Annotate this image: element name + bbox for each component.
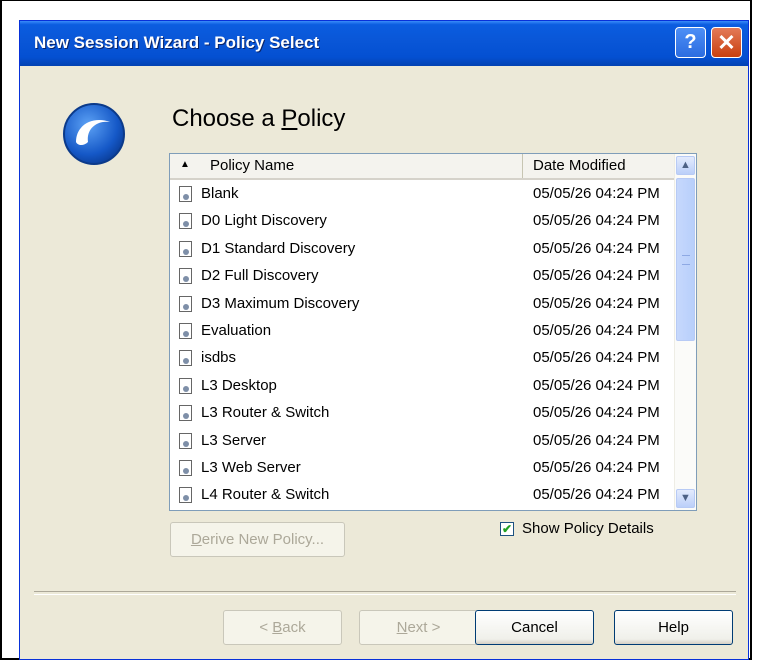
checkmark-icon: ✔ — [501, 522, 513, 536]
cancel-button[interactable]: Cancel — [475, 610, 594, 645]
show-policy-details-label: Show Policy Details — [522, 520, 654, 537]
sort-ascending-icon: ▲ — [180, 159, 190, 170]
date-modified: 05/05/26 04:24 PM — [533, 185, 660, 202]
date-modified: 05/05/26 04:24 PM — [533, 458, 660, 476]
list-item[interactable]: D2 Full Discovery 05/05/26 04:24 PM — [170, 263, 674, 290]
app-logo-icon — [63, 103, 125, 165]
chevron-up-icon: ▲ — [680, 159, 691, 171]
policy-name: L3 Desktop — [201, 376, 277, 394]
date-modified: 05/05/26 04:24 PM — [533, 321, 660, 339]
policy-file-icon — [179, 459, 192, 476]
help-title-button[interactable]: ? — [675, 27, 706, 58]
policy-file-icon — [179, 322, 192, 339]
policy-file-icon — [179, 240, 192, 257]
list-item[interactable]: Blank 05/05/26 04:24 PM — [170, 181, 674, 208]
date-modified: 05/05/26 04:24 PM — [533, 239, 660, 257]
column-header-date-modified[interactable]: Date Modified — [523, 154, 674, 178]
page-heading: Choose a Policy — [172, 105, 346, 132]
list-rows: Blank 05/05/26 04:24 PM D0 Light Discovery… — [170, 181, 674, 510]
list-item[interactable]: Evaluation 05/05/26 04:24 PM — [170, 318, 674, 345]
list-item[interactable]: D1 Standard Discovery 05/05/26 04:24 PM — [170, 236, 674, 263]
list-header: ▲ Policy Name Date Modified — [170, 154, 674, 180]
date-modified: 05/05/26 04:24 PM — [533, 431, 660, 449]
date-modified: 05/05/26 04:24 PM — [533, 294, 660, 312]
policy-file-icon — [179, 377, 192, 394]
policy-file-icon — [179, 213, 192, 230]
column-header-policy-name[interactable]: ▲ Policy Name — [170, 154, 523, 178]
policy-list[interactable]: ▲ Policy Name Date Modified Blank 05/05/2… — [169, 153, 697, 511]
policy-name: D2 Full Discovery — [201, 267, 319, 285]
title-bar[interactable]: New Session Wizard - Policy Select ? ✕ — [20, 21, 748, 66]
scroll-thumb[interactable] — [676, 178, 695, 341]
list-item[interactable]: D0 Light Discovery 05/05/26 04:24 PM — [170, 208, 674, 235]
policy-name: Evaluation — [201, 321, 272, 339]
policy-name: D0 Light Discovery — [201, 212, 327, 230]
date-modified: 05/05/26 04:24 PM — [533, 349, 660, 367]
scroll-up-button[interactable]: ▲ — [676, 156, 695, 175]
help-icon: ? — [684, 31, 697, 53]
policy-file-icon — [179, 432, 192, 449]
policy-name: isdbs — [201, 349, 237, 367]
close-icon: ✕ — [717, 30, 736, 55]
policy-name: Blank — [201, 185, 239, 202]
list-item[interactable]: L4 Router & Switch 05/05/26 04:24 PM — [170, 482, 674, 509]
vertical-scrollbar[interactable]: ▲ ▼ — [674, 154, 696, 510]
policy-name: D1 Standard Discovery — [201, 239, 356, 257]
policy-name: D3 Maximum Discovery — [201, 294, 360, 312]
scroll-down-button[interactable]: ▼ — [676, 489, 695, 508]
list-item[interactable]: L3 Web Server 05/05/26 04:24 PM — [170, 455, 674, 482]
derive-new-policy-button[interactable]: Derive New Policy... — [170, 522, 345, 557]
separator — [34, 591, 736, 595]
list-item[interactable]: L3 Server 05/05/26 04:24 PM — [170, 428, 674, 455]
help-button[interactable]: Help — [614, 610, 733, 645]
list-item[interactable]: isdbs 05/05/26 04:24 PM — [170, 345, 674, 372]
wizard-window: New Session Wizard - Policy Select ? ✕ C… — [19, 20, 749, 660]
list-item[interactable]: L3 Desktop 05/05/26 04:24 PM — [170, 373, 674, 400]
grip-icon — [682, 255, 690, 265]
policy-name: L3 Router & Switch — [201, 404, 330, 422]
policy-name: L3 Server — [201, 431, 267, 449]
policy-file-icon — [179, 295, 192, 312]
date-modified: 05/05/26 04:24 PM — [533, 212, 660, 230]
list-item[interactable]: D3 Maximum Discovery 05/05/26 04:24 PM — [170, 291, 674, 318]
window-title: New Session Wizard - Policy Select — [34, 33, 320, 52]
policy-file-icon — [179, 405, 192, 422]
list-item[interactable]: L3 Router & Switch 05/05/26 04:24 PM — [170, 400, 674, 427]
date-modified: 05/05/26 04:24 PM — [533, 404, 660, 422]
close-button[interactable]: ✕ — [711, 27, 742, 58]
back-button[interactable]: < Back — [223, 610, 342, 645]
policy-file-icon — [179, 268, 192, 285]
next-button[interactable]: Next > — [359, 610, 478, 645]
policy-name: L3 Web Server — [201, 458, 301, 476]
policy-name: L4 Router & Switch — [201, 486, 330, 504]
chevron-down-icon: ▼ — [680, 492, 691, 504]
policy-file-icon — [179, 186, 192, 202]
date-modified: 05/05/26 04:24 PM — [533, 486, 660, 504]
date-modified: 05/05/26 04:24 PM — [533, 376, 660, 394]
show-policy-details-checkbox[interactable]: ✔ — [500, 522, 514, 536]
policy-file-icon — [179, 350, 192, 367]
date-modified: 05/05/26 04:24 PM — [533, 267, 660, 285]
policy-file-icon — [179, 487, 192, 504]
